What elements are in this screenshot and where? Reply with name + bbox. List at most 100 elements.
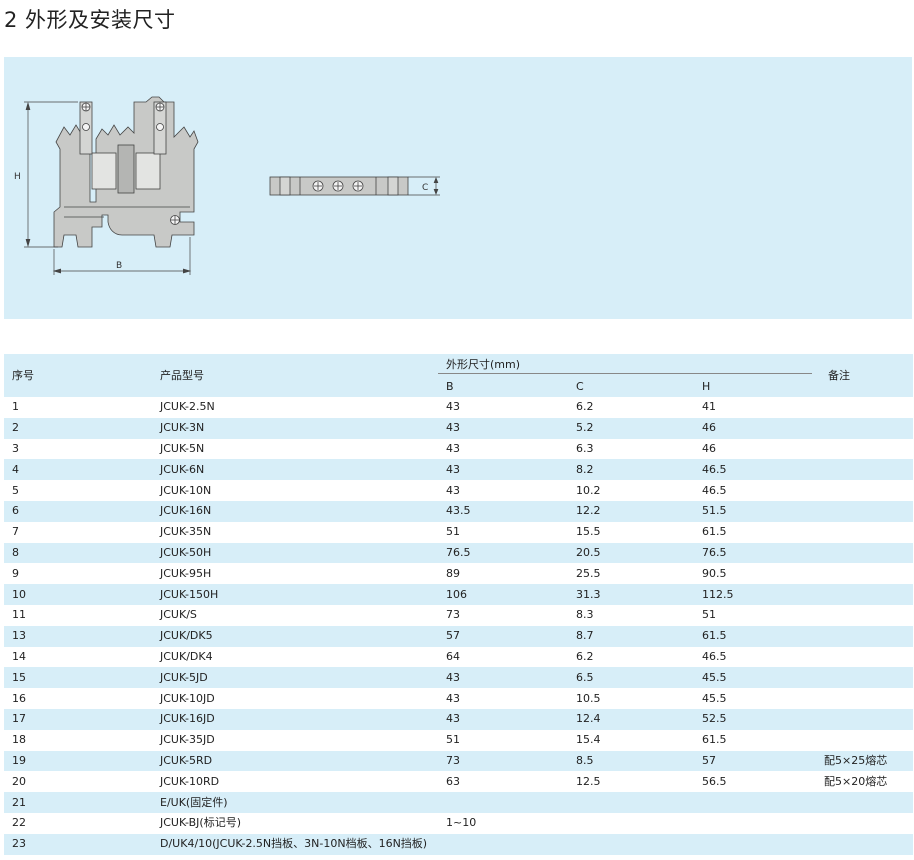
- cell-note: [820, 688, 914, 709]
- table-row: 11 JCUK/S 73 8.3 51: [4, 604, 914, 626]
- cell-model: JCUK-35JD: [152, 729, 438, 751]
- cell-h: 90.5: [694, 563, 821, 585]
- terminal-top-view: [269, 176, 409, 196]
- cell-c: [568, 833, 694, 855]
- cell-note: [820, 604, 914, 626]
- cell-note: [820, 833, 914, 855]
- cell-index: 3: [4, 438, 152, 460]
- cell-b: [438, 833, 568, 855]
- cell-model: D/UK4/10(JCUK-2.5N挡板、3N-10N档板、16N挡板): [152, 833, 438, 855]
- cell-c: 25.5: [568, 563, 694, 585]
- cell-note: [820, 667, 914, 689]
- cell-model: JCUK/S: [152, 604, 438, 626]
- cell-note: 配5×20熔芯: [820, 771, 914, 793]
- cell-note: [820, 397, 914, 418]
- cell-index: 21: [4, 792, 152, 813]
- cell-model: JCUK-10RD: [152, 771, 438, 793]
- cell-h: 51: [694, 604, 821, 626]
- table-row: 15 JCUK-5JD 43 6.5 45.5: [4, 667, 914, 689]
- cell-c: 10.2: [568, 480, 694, 501]
- dimension-drawing-panel: H B C: [4, 57, 912, 319]
- table-row: 14 JCUK/DK4 64 6.2 46.5: [4, 646, 914, 668]
- cell-c: 5.2: [568, 417, 694, 439]
- cell-index: 18: [4, 729, 152, 751]
- cell-index: 17: [4, 708, 152, 730]
- section-title: 2 外形及安装尺寸: [4, 8, 176, 32]
- cell-c: 8.2: [568, 459, 694, 481]
- cell-b: 76.5: [438, 542, 568, 564]
- cell-c: 8.7: [568, 625, 694, 647]
- cell-b: 73: [438, 750, 568, 772]
- cell-b: 43.5: [438, 500, 568, 522]
- cell-model: E/UK(固定件): [152, 792, 438, 813]
- cell-model: JCUK-3N: [152, 417, 438, 439]
- cell-b: 43: [438, 480, 568, 501]
- table-row: 7 JCUK-35N 51 15.5 61.5: [4, 521, 914, 543]
- cell-h: 57: [694, 750, 821, 772]
- cell-h: [694, 833, 821, 855]
- cell-note: [820, 417, 914, 439]
- cell-model: JCUK-35N: [152, 521, 438, 543]
- cell-index: 6: [4, 500, 152, 522]
- table-row: 10 JCUK-150H 106 31.3 112.5: [4, 584, 914, 605]
- table-row: 4 JCUK-6N 43 8.2 46.5: [4, 459, 914, 481]
- cell-h: 61.5: [694, 729, 821, 751]
- cell-index: 22: [4, 812, 152, 834]
- table-row: 16 JCUK-10JD 43 10.5 45.5: [4, 688, 914, 709]
- cell-note: [820, 438, 914, 460]
- cell-index: 20: [4, 771, 152, 793]
- cell-model: JCUK-95H: [152, 563, 438, 585]
- cell-h: 45.5: [694, 667, 821, 689]
- header-index: 序号: [4, 354, 152, 397]
- table-body: 1 JCUK-2.5N 43 6.2 41 2 JCUK-3N 43 5.2 46 3 JCUK-5N…: [4, 397, 914, 855]
- cell-h: 46.5: [694, 480, 821, 501]
- b-dimension-label: B: [116, 261, 122, 271]
- cell-note: [820, 625, 914, 647]
- cell-b: [438, 792, 568, 813]
- table-row: 20 JCUK-10RD 63 12.5 56.5 配5×20熔芯: [4, 771, 914, 793]
- cell-h: 41: [694, 397, 821, 418]
- cell-model: JCUK-5JD: [152, 667, 438, 689]
- cell-b: 73: [438, 604, 568, 626]
- cell-index: 2: [4, 417, 152, 439]
- cell-c: 8.5: [568, 750, 694, 772]
- cell-index: 7: [4, 521, 152, 543]
- cell-b: 89: [438, 563, 568, 585]
- table-row: 3 JCUK-5N 43 6.3 46: [4, 438, 914, 460]
- table-row: 9 JCUK-95H 89 25.5 90.5: [4, 563, 914, 585]
- cell-c: 10.5: [568, 688, 694, 709]
- cell-note: [820, 480, 914, 501]
- cell-index: 13: [4, 625, 152, 647]
- cell-h: 61.5: [694, 625, 821, 647]
- cell-b: 51: [438, 521, 568, 543]
- cell-index: 16: [4, 688, 152, 709]
- cell-h: 45.5: [694, 688, 821, 709]
- table-row: 21 E/UK(固定件): [4, 792, 914, 813]
- cell-b: 43: [438, 667, 568, 689]
- cell-h: 56.5: [694, 771, 821, 793]
- cell-b: 57: [438, 625, 568, 647]
- cell-note: [820, 584, 914, 605]
- cell-model: JCUK-10JD: [152, 688, 438, 709]
- table-row: 1 JCUK-2.5N 43 6.2 41: [4, 397, 914, 418]
- cell-index: 1: [4, 397, 152, 418]
- dimension-drawing: H B C: [14, 96, 440, 275]
- cell-model: JCUK/DK5: [152, 625, 438, 647]
- cell-note: [820, 646, 914, 668]
- cell-b: 1~10: [438, 812, 568, 834]
- cell-c: 12.4: [568, 708, 694, 730]
- header-dims-group: 外形尺寸(mm): [438, 354, 821, 376]
- cell-model: JCUK/DK4: [152, 646, 438, 668]
- header-c: C: [568, 376, 694, 397]
- cell-c: 31.3: [568, 584, 694, 605]
- table-row: 19 JCUK-5RD 73 8.5 57 配5×25熔芯: [4, 750, 914, 772]
- cell-c: 20.5: [568, 542, 694, 564]
- cell-model: JCUK-150H: [152, 584, 438, 605]
- cell-c: 8.3: [568, 604, 694, 626]
- cell-index: 11: [4, 604, 152, 626]
- header-note: 备注: [820, 354, 914, 397]
- cell-b: 43: [438, 397, 568, 418]
- cell-index: 8: [4, 542, 152, 564]
- cell-h: [694, 792, 821, 813]
- cell-c: [568, 792, 694, 813]
